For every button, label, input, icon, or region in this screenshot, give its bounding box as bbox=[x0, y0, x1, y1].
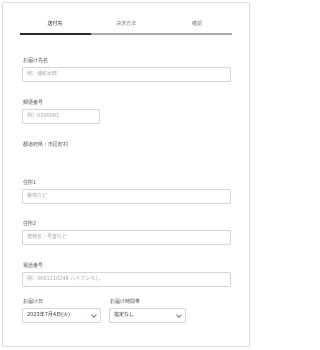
tab-progress-track bbox=[91, 33, 232, 35]
phone-label: 電話番号 bbox=[23, 263, 44, 269]
address1-input[interactable]: 番地など bbox=[22, 189, 231, 204]
address2-input[interactable]: 建物名・号室など bbox=[22, 230, 231, 245]
phone-input[interactable]: 例）0661210248 ハイフンなし bbox=[22, 272, 231, 287]
address2-label: 住所2 bbox=[23, 221, 37, 227]
delivery-date-value: 2023年7月4日(火) bbox=[27, 312, 70, 318]
delivery-time-select[interactable]: 指定なし bbox=[109, 308, 186, 323]
tab-payment[interactable]: 決済方法 bbox=[91, 14, 161, 34]
address1-label: 住所1 bbox=[23, 180, 37, 186]
tab-confirm[interactable]: 確認 bbox=[162, 14, 232, 34]
recipient-name-label: お届け先名 bbox=[23, 58, 49, 64]
chevron-down-icon bbox=[91, 312, 97, 318]
delivery-time-label: お届け時間帯 bbox=[110, 299, 141, 305]
delivery-time-value: 指定なし bbox=[114, 312, 135, 318]
recipient-name-input[interactable]: 例）浦和太郎 bbox=[22, 67, 231, 82]
postal-code-input[interactable]: 例）0300001 bbox=[22, 109, 100, 124]
tab-shipping[interactable]: 送付先 bbox=[20, 14, 90, 34]
prefecture-label: 都道府県・市区町村 bbox=[23, 142, 69, 148]
tab-active-indicator bbox=[20, 33, 91, 35]
postal-code-label: 郵便番号 bbox=[23, 100, 44, 106]
form-panel bbox=[2, 2, 250, 347]
delivery-date-label: お届け日 bbox=[23, 299, 44, 305]
chevron-down-icon bbox=[176, 312, 182, 318]
delivery-date-select[interactable]: 2023年7月4日(火) bbox=[22, 308, 101, 323]
